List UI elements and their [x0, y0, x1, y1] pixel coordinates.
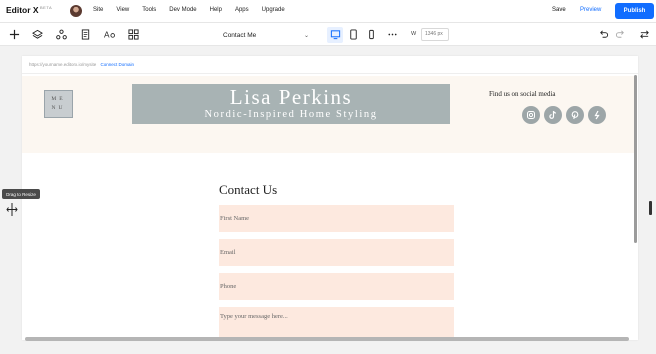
- mobile-icon[interactable]: [365, 28, 377, 40]
- vertical-scrollbar[interactable]: [634, 75, 637, 243]
- editor-canvas[interactable]: https://yourname.editorx.io/mysite Conne…: [22, 56, 638, 340]
- preview-button[interactable]: Preview: [580, 7, 601, 13]
- right-resize-handle[interactable]: [649, 201, 652, 215]
- app-name: Editor X: [6, 5, 39, 15]
- menu-item-upgrade[interactable]: Upgrade: [262, 7, 285, 13]
- undo-icon[interactable]: [597, 28, 609, 40]
- message-placeholder: Type your message here...: [220, 313, 288, 320]
- contact-title: Contact Us: [219, 182, 278, 197]
- first-name-placeholder: First Name: [220, 215, 250, 222]
- site-menu-label-1: ME: [51, 96, 66, 102]
- beta-badge: BETA: [40, 5, 53, 10]
- menu-item-help[interactable]: Help: [210, 7, 222, 13]
- first-name-field[interactable]: First Name: [219, 205, 454, 232]
- save-button[interactable]: Save: [552, 7, 566, 13]
- site-menu-button[interactable]: ME NU: [44, 90, 73, 118]
- email-placeholder: Email: [220, 249, 236, 256]
- width-unit: px: [437, 31, 443, 37]
- connect-domain-link[interactable]: Connect Domain: [101, 62, 135, 67]
- desktop-icon[interactable]: [329, 28, 341, 40]
- site-header[interactable]: ME NU Lisa Perkins Nordic-Inspired Home …: [22, 76, 634, 153]
- width-input[interactable]: 1346 px: [421, 28, 449, 41]
- more-icon[interactable]: [386, 28, 398, 40]
- tiktok-icon[interactable]: [544, 106, 562, 124]
- tablet-icon[interactable]: [347, 28, 359, 40]
- redo-icon[interactable]: [614, 28, 626, 40]
- instagram-icon[interactable]: [522, 106, 540, 124]
- top-bar: Editor X BETA Site View Tools Dev Mode H…: [0, 0, 656, 22]
- site-url: https://yourname.editorx.io/mysite: [29, 62, 97, 67]
- phone-field[interactable]: Phone: [219, 273, 454, 300]
- avatar[interactable]: [70, 5, 82, 17]
- add-icon[interactable]: [8, 28, 20, 40]
- menu-item-apps[interactable]: Apps: [235, 7, 249, 13]
- pinterest-icon[interactable]: [566, 106, 584, 124]
- site-url-bar: https://yourname.editorx.io/mysite Conne…: [22, 56, 638, 74]
- phone-placeholder: Phone: [220, 283, 237, 290]
- layers-icon[interactable]: [31, 28, 43, 40]
- expand-icon[interactable]: [638, 28, 650, 40]
- site-title: Lisa Perkins: [229, 85, 353, 109]
- email-field[interactable]: Email: [219, 239, 454, 266]
- page-selector-label: Contact Me: [223, 31, 257, 39]
- resize-handle-icon[interactable]: [6, 203, 18, 216]
- width-value: 1346: [425, 31, 437, 37]
- svg-text:A: A: [104, 30, 110, 39]
- text-style-icon[interactable]: A: [103, 28, 115, 40]
- menu-item-view[interactable]: View: [116, 7, 129, 13]
- editor-toolbar: A Contact Me ⌄ W 1346 px: [0, 22, 656, 46]
- spotify-icon[interactable]: [588, 106, 606, 124]
- site-structure-icon[interactable]: [55, 28, 67, 40]
- page-selector[interactable]: Contact Me ⌄: [218, 28, 314, 42]
- grid-icon[interactable]: [127, 28, 139, 40]
- menu-item-tools[interactable]: Tools: [142, 7, 156, 13]
- message-field[interactable]: Type your message here...: [219, 307, 454, 340]
- menu-item-site[interactable]: Site: [93, 7, 103, 13]
- site-subtitle: Nordic-Inspired Home Styling: [204, 109, 378, 120]
- site-menu-label-2: NU: [51, 105, 66, 111]
- horizontal-scrollbar[interactable]: [25, 337, 629, 341]
- pages-icon[interactable]: [79, 28, 91, 40]
- width-label: W: [411, 31, 417, 37]
- social-bar: [522, 106, 606, 124]
- chevron-down-icon: ⌄: [303, 32, 309, 39]
- main-menu: Site View Tools Dev Mode Help Apps Upgra…: [93, 7, 298, 13]
- social-label: Find us on social media: [489, 90, 556, 98]
- resize-tooltip: Drag to Resize: [2, 189, 40, 199]
- publish-button[interactable]: Publish: [615, 3, 654, 19]
- site-title-block[interactable]: Lisa Perkins Nordic-Inspired Home Stylin…: [132, 84, 450, 124]
- menu-item-dev-mode[interactable]: Dev Mode: [169, 7, 196, 13]
